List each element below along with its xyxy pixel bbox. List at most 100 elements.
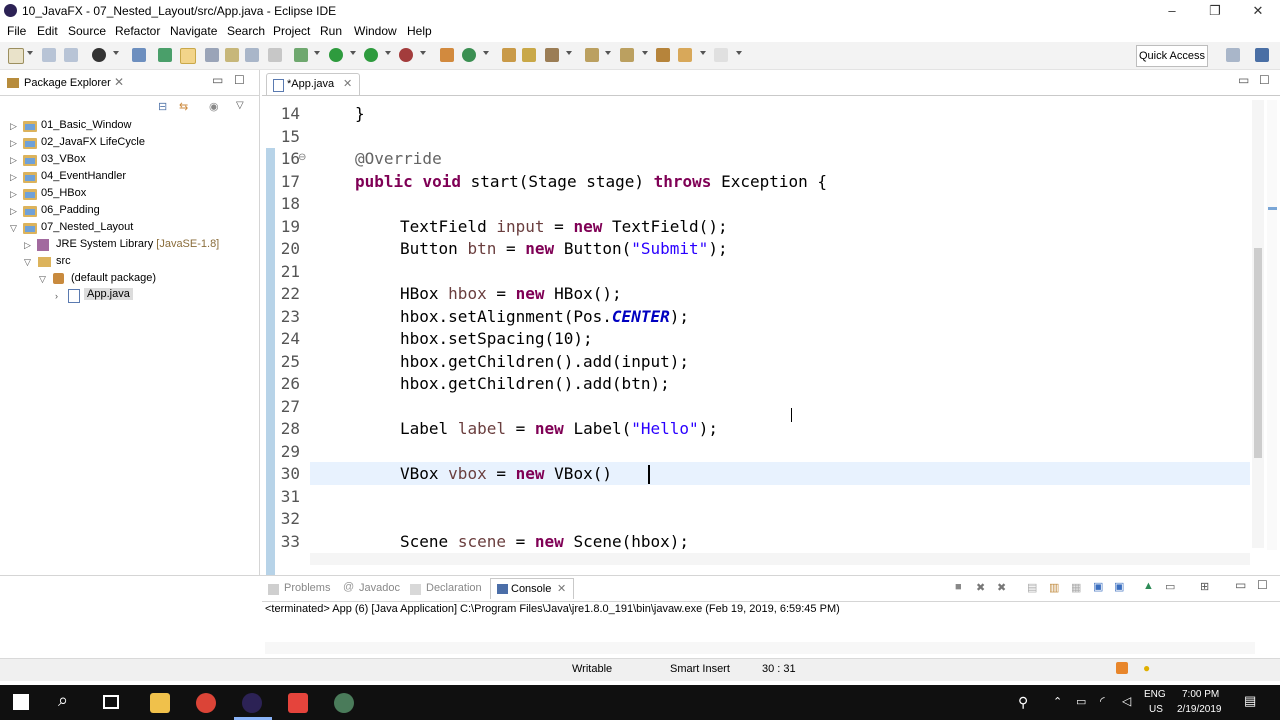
code-line-19[interactable]: TextField input = new TextField();	[400, 217, 728, 236]
collapse-arrow-icon[interactable]: ▽	[24, 257, 31, 268]
chevron-down-icon[interactable]	[420, 51, 426, 55]
chevron-down-icon[interactable]	[483, 51, 489, 55]
chevron-down-icon[interactable]	[385, 51, 391, 55]
people-icon[interactable]: ⚲	[1018, 694, 1028, 711]
close-icon[interactable]: ✕	[343, 77, 352, 90]
remove-all-icon[interactable]: ✖	[997, 581, 1006, 594]
app-icon[interactable]	[334, 693, 354, 713]
search-icon[interactable]: ⌕	[58, 690, 68, 711]
clock-time[interactable]: 7:00 PM	[1182, 689, 1219, 700]
battery-icon[interactable]: ▭	[1076, 695, 1086, 708]
chevron-down-icon[interactable]	[605, 51, 611, 55]
chrome-icon[interactable]	[196, 693, 216, 713]
code-line-33[interactable]: Scene scene = new Scene(hbox);	[400, 532, 689, 551]
close-icon[interactable]: ✕	[114, 75, 124, 89]
code-line-14[interactable]: }	[355, 104, 365, 123]
code-line-17[interactable]: public void start(Stage stage) throws Ex…	[355, 172, 827, 191]
clock-date[interactable]: 2/19/2019	[1177, 704, 1222, 715]
save-all-icon[interactable]	[64, 48, 78, 62]
code-line-24[interactable]: hbox.setSpacing(10);	[400, 329, 593, 348]
tree-item-06-padding[interactable]: 06_Padding	[41, 204, 100, 216]
remove-launch-icon[interactable]: ✖	[976, 581, 985, 594]
code-line-23[interactable]: hbox.setAlignment(Pos.CENTER);	[400, 307, 689, 326]
tree-item-src[interactable]: src	[56, 255, 71, 267]
console-tab[interactable]: Console ✕	[490, 578, 574, 599]
minimize-view-icon[interactable]: ▭	[1238, 73, 1249, 87]
tree-item-05-hbox[interactable]: 05_HBox	[41, 187, 86, 199]
menu-navigate[interactable]: Navigate	[170, 24, 217, 38]
volume-icon[interactable]: ◁	[1122, 694, 1131, 708]
minimize-button[interactable]: –	[1150, 0, 1194, 22]
toggle-mark-occurrences-icon[interactable]	[180, 48, 196, 64]
prev-annotation-icon[interactable]	[620, 48, 634, 62]
view-menu-icon[interactable]: ▽	[236, 100, 244, 111]
expand-arrow-icon[interactable]: ›	[55, 291, 58, 301]
run-icon[interactable]	[329, 48, 343, 62]
chevron-down-icon[interactable]	[350, 51, 356, 55]
maximize-view-icon[interactable]: ☐	[1257, 578, 1268, 592]
wifi-icon[interactable]: ◜	[1100, 694, 1105, 708]
menu-window[interactable]: Window	[354, 24, 397, 38]
block-selection-icon[interactable]	[205, 48, 219, 62]
pilcrow-icon[interactable]	[268, 48, 282, 62]
coverage-icon[interactable]	[364, 48, 378, 62]
open-resource-icon[interactable]	[522, 48, 536, 62]
tab-javadoc[interactable]: Javadoc	[359, 582, 400, 594]
collapse-all-icon[interactable]: ⊟	[158, 100, 167, 113]
language-indicator[interactable]: ENG	[1144, 689, 1166, 700]
collapse-arrow-icon[interactable]: ▽	[10, 223, 17, 234]
console-horizontal-scrollbar[interactable]	[265, 642, 1255, 654]
tree-item-02-javafx-lifecycle[interactable]: 02_JavaFX LifeCycle	[41, 136, 145, 148]
chevron-down-icon[interactable]	[314, 51, 320, 55]
menu-run[interactable]: Run	[320, 24, 342, 38]
new-console-icon[interactable]: ⊞	[1200, 580, 1209, 593]
word-wrap-icon[interactable]: ▦	[1071, 581, 1081, 594]
external-tools-icon[interactable]	[399, 48, 413, 62]
chevron-down-icon[interactable]	[113, 51, 119, 55]
fold-icon[interactable]: ⊖	[298, 152, 306, 163]
minimize-view-icon[interactable]: ▭	[212, 73, 223, 87]
search-icon[interactable]	[545, 48, 559, 62]
back-icon[interactable]	[678, 48, 692, 62]
maximize-view-icon[interactable]: ☐	[234, 73, 245, 87]
expand-arrow-icon[interactable]: ▷	[10, 189, 17, 200]
quick-access-field[interactable]: Quick Access	[1136, 45, 1208, 67]
menu-search[interactable]: Search	[227, 24, 265, 38]
new-icon[interactable]	[8, 48, 24, 64]
tab-declaration[interactable]: Declaration	[426, 582, 482, 594]
java-perspective-icon[interactable]	[1255, 48, 1269, 62]
code-line-26[interactable]: hbox.getChildren().add(btn);	[400, 374, 670, 393]
open-type-icon[interactable]	[502, 48, 516, 62]
expand-arrow-icon[interactable]: ▷	[10, 155, 17, 166]
recorder-icon[interactable]	[288, 693, 308, 713]
link-editor-icon[interactable]: ⇆	[179, 100, 188, 113]
menu-project[interactable]: Project	[273, 24, 310, 38]
show-on-output-icon[interactable]: ▣	[1093, 580, 1103, 593]
horizontal-scrollbar[interactable]	[310, 553, 1250, 565]
next-annotation-icon[interactable]	[585, 48, 599, 62]
show-on-error-icon[interactable]: ▣	[1114, 580, 1124, 593]
tree-item-jre-system-library[interactable]: JRE System Library [JavaSE-1.8]	[56, 238, 219, 250]
restore-button[interactable]: ❐	[1193, 0, 1237, 22]
save-icon[interactable]	[42, 48, 56, 62]
rss-icon[interactable]	[1116, 662, 1128, 674]
collapse-arrow-icon[interactable]: ▽	[39, 274, 46, 285]
expand-arrow-icon[interactable]: ▷	[10, 206, 17, 217]
new-class-icon[interactable]	[462, 48, 476, 62]
notifications-icon[interactable]: ▤	[1244, 693, 1256, 709]
menu-file[interactable]: File	[7, 24, 26, 38]
tree-item-07-nested-layout[interactable]: 07_Nested_Layout	[41, 221, 133, 233]
editor-tab-app-java[interactable]: *App.java ✕	[266, 73, 360, 96]
tab-problems[interactable]: Problems	[284, 582, 330, 594]
lightbulb-icon[interactable]: ●	[1143, 661, 1150, 675]
open-task-icon[interactable]	[158, 48, 172, 62]
scroll-lock-icon[interactable]: ▥	[1049, 581, 1059, 594]
menu-help[interactable]: Help	[407, 24, 432, 38]
eclipse-taskbar-icon[interactable]	[242, 693, 262, 713]
chevron-down-icon[interactable]	[566, 51, 572, 55]
chevron-up-icon[interactable]: ⌃	[1053, 695, 1062, 708]
task-view-icon[interactable]	[103, 695, 119, 709]
terminate-icon[interactable]: ■	[955, 581, 962, 593]
skip-breakpoints-icon[interactable]	[132, 48, 146, 62]
tree-item-default-package[interactable]: (default package)	[71, 272, 156, 284]
